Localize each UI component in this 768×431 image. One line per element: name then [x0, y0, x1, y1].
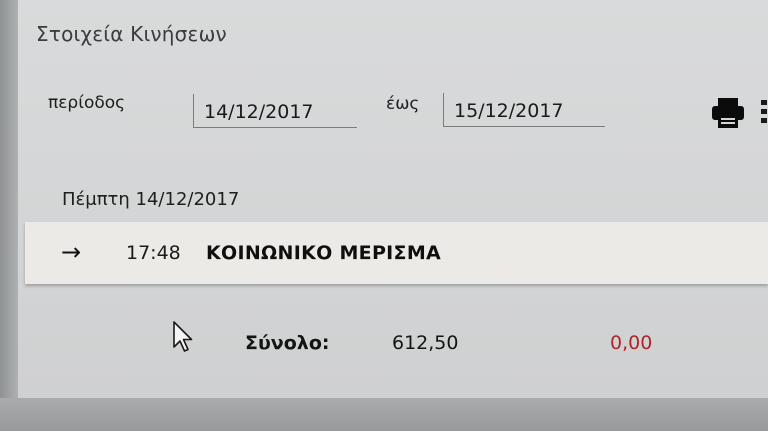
window-bottom-edge: [0, 398, 768, 431]
period-label: περίοδος: [48, 93, 126, 113]
day-header: Πέμπτη 14/12/2017: [62, 189, 240, 210]
transaction-row[interactable]: → 17:48 ΚΟΙΝΩΝΙΚΟ ΜΕΡΙΣΜΑ: [25, 222, 768, 284]
total-label: Σύνολο:: [245, 332, 330, 354]
transaction-time: 17:48: [126, 242, 181, 264]
total-credit-value: 612,50: [392, 332, 459, 354]
mouse-cursor-icon: [173, 321, 193, 352]
from-date-field[interactable]: 14/12/2017: [193, 94, 357, 128]
screen: Στοιχεία Κινήσεων περίοδος 14/12/2017 έω…: [0, 0, 768, 431]
printer-icon[interactable]: [710, 97, 746, 129]
transaction-description: ΚΟΙΝΩΝΙΚΟ ΜΕΡΙΣΜΑ: [206, 242, 442, 264]
page-title: Στοιχεία Κινήσεων: [36, 22, 227, 46]
arrow-right-icon: →: [61, 238, 82, 266]
total-debit-value: 0,00: [610, 332, 653, 354]
more-options-icon[interactable]: [760, 98, 768, 126]
to-label: έως: [386, 94, 420, 114]
to-date-field[interactable]: 15/12/2017: [443, 93, 605, 127]
